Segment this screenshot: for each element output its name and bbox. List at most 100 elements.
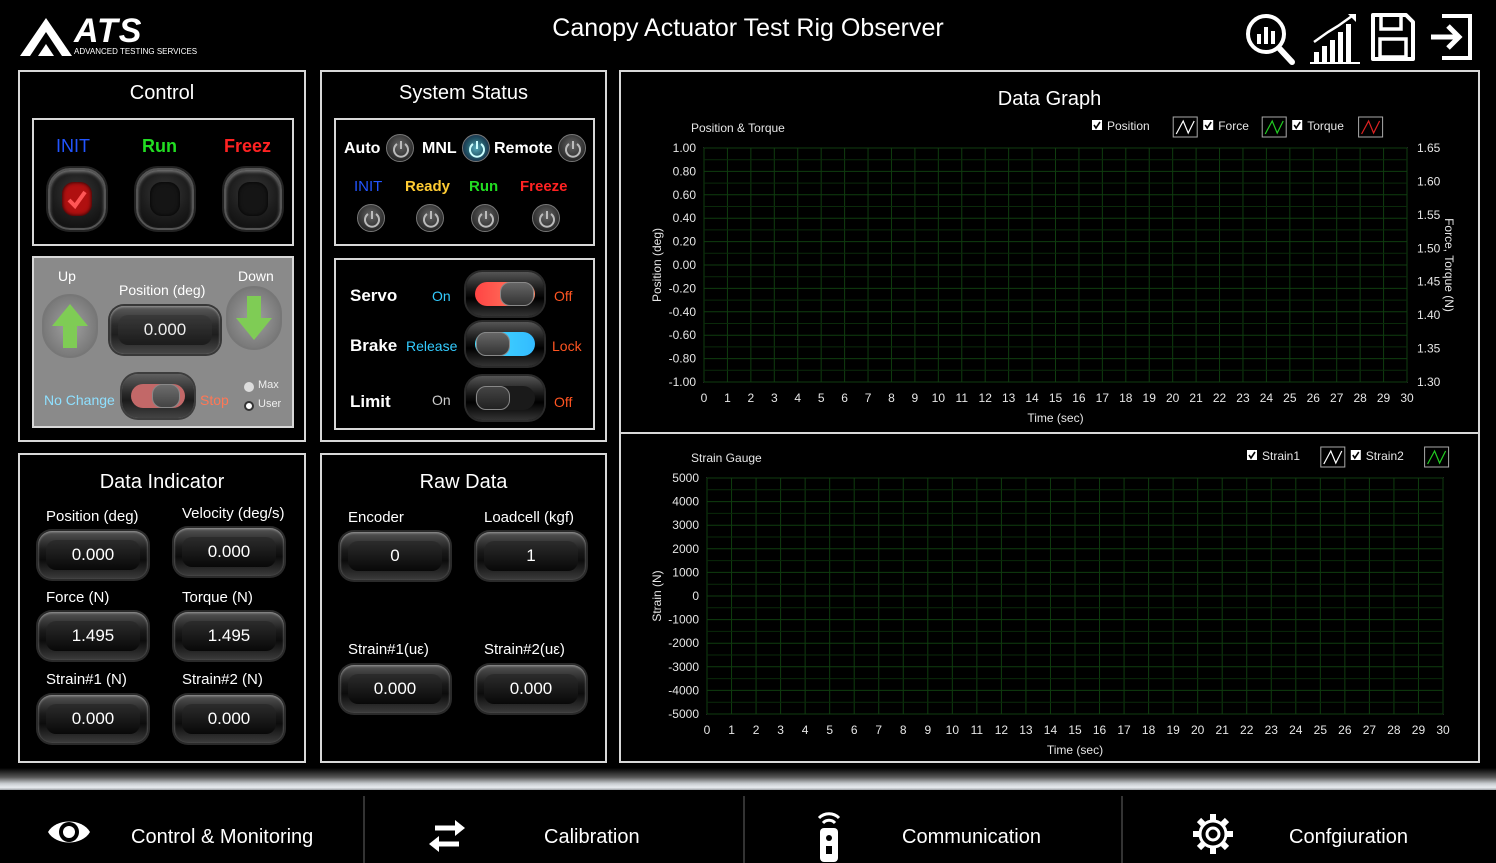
x-tick-label: 16 <box>1072 391 1086 405</box>
graph-divider <box>621 432 1478 434</box>
up-button[interactable] <box>42 294 98 358</box>
exit-icon[interactable] <box>1428 12 1478 64</box>
di-force-field: 1.495 <box>38 612 148 660</box>
remote-label: Remote <box>494 140 553 157</box>
user-radio[interactable] <box>244 401 254 411</box>
control-panel: Control INIT Run Freez Up Down Position … <box>18 70 306 442</box>
freeze-indicator <box>532 204 560 232</box>
encoder-value: 0 <box>348 541 442 571</box>
stop-toggle[interactable] <box>122 374 194 418</box>
x-tick-label: 4 <box>794 391 801 405</box>
limit-on-label: On <box>432 392 451 408</box>
x-tick-label: 17 <box>1096 391 1110 405</box>
position-value: 0.000 <box>118 315 212 345</box>
y-tick-label: 0.40 <box>673 211 697 225</box>
power-icon <box>393 141 409 158</box>
x-tick-label: 23 <box>1265 723 1279 737</box>
chart-growth-icon[interactable] <box>1310 12 1360 64</box>
limit-toggle[interactable] <box>466 376 544 420</box>
nav-calibration[interactable]: Calibration <box>365 790 743 863</box>
position-control-box: Up Down Position (deg) 0.000 No Change S… <box>32 256 294 428</box>
up-arrow-icon <box>52 304 88 348</box>
legend-checkbox <box>1092 120 1102 130</box>
nav-label-calibration: Calibration <box>544 826 640 848</box>
x-tick-label: 12 <box>979 391 993 405</box>
x-tick-label: 14 <box>1025 391 1039 405</box>
y-tick-label: -1000 <box>668 613 699 627</box>
nav-label-communication: Communication <box>902 826 1041 848</box>
y-tick-label: 4000 <box>672 495 699 509</box>
freeze-label: Freez <box>224 136 272 156</box>
x-tick-label: 3 <box>777 723 784 737</box>
legend-checkbox <box>1247 450 1257 460</box>
mode-status-box: Auto MNL Remote INIT Ready Run Freeze <box>334 118 595 246</box>
stop-label: Stop <box>200 392 229 408</box>
x-tick-label: 13 <box>1019 723 1033 737</box>
di-strain1-field: 0.000 <box>38 695 148 743</box>
x-tick-label: 8 <box>900 723 907 737</box>
di-position-value: 0.000 <box>46 540 140 570</box>
actuator-state-box: Servo On Off Brake Release Lock Limit On… <box>334 258 595 430</box>
x-tick-label: 12 <box>995 723 1009 737</box>
nav-control-monitoring[interactable]: Control & Monitoring <box>0 790 363 863</box>
y-tick-label: -2000 <box>668 636 699 650</box>
x-axis-label: Time (sec) <box>1047 743 1103 757</box>
x-tick-label: 10 <box>946 723 960 737</box>
di-strain1-label: Strain#1 (N) <box>46 671 127 688</box>
x-tick-label: 2 <box>748 391 755 405</box>
power-icon <box>539 211 555 228</box>
x-tick-label: 28 <box>1353 391 1367 405</box>
brake-label: Brake <box>350 336 398 355</box>
x-tick-label: 18 <box>1119 391 1133 405</box>
x-tick-label: 5 <box>818 391 825 405</box>
x-tick-label: 24 <box>1289 723 1303 737</box>
y-axis-label: Position (deg) <box>650 228 664 302</box>
position-input[interactable]: 0.000 <box>110 306 220 354</box>
servo-toggle[interactable] <box>466 272 544 316</box>
status-freeze-label: Freeze <box>520 178 568 195</box>
y-tick-label: -4000 <box>668 683 699 697</box>
max-label: Max <box>258 379 279 391</box>
servo-label: Servo <box>350 286 398 305</box>
run-indicator <box>471 204 499 232</box>
y-tick-label: -3000 <box>668 660 699 674</box>
x-tick-label: 20 <box>1191 723 1205 737</box>
loadcell-value: 1 <box>484 541 578 571</box>
position-label: Position (deg) <box>119 282 206 298</box>
nav-communication[interactable]: Communication <box>745 790 1121 863</box>
y2-tick-label: 1.60 <box>1417 174 1441 188</box>
power-icon <box>469 141 485 158</box>
y2-tick-label: 1.45 <box>1417 275 1441 289</box>
y2-tick-label: 1.50 <box>1417 241 1441 255</box>
run-button[interactable] <box>136 168 194 230</box>
di-torque-label: Torque (N) <box>182 589 253 606</box>
save-icon[interactable] <box>1370 12 1420 64</box>
x-tick-label: 30 <box>1400 391 1414 405</box>
y2-tick-label: 1.30 <box>1417 375 1441 389</box>
brake-toggle[interactable] <box>466 322 544 366</box>
y-tick-label: 3000 <box>672 518 699 532</box>
di-strain1-value: 0.000 <box>46 704 140 734</box>
init-button[interactable] <box>48 168 106 230</box>
x-tick-label: 20 <box>1166 391 1180 405</box>
y-tick-label: 2000 <box>672 542 699 556</box>
chart-title: Strain Gauge <box>691 451 762 465</box>
x-tick-label: 11 <box>956 391 969 405</box>
di-torque-field: 1.495 <box>174 612 284 660</box>
nav-configuration[interactable]: Confgiuration <box>1123 790 1496 863</box>
freeze-button[interactable] <box>224 168 282 230</box>
legend-checkbox <box>1292 120 1303 130</box>
x-tick-label: 21 <box>1189 391 1203 405</box>
data-indicator-title: Data Indicator <box>99 471 225 493</box>
max-radio[interactable] <box>244 382 254 392</box>
analysis-icon[interactable] <box>1244 12 1295 65</box>
x-tick-label: 27 <box>1363 723 1377 737</box>
up-label: Up <box>58 268 76 284</box>
data-graph-panel: Data Graph Position & Torque 0 1 2 3 4 5 6 7 8 9 10… <box>619 70 1480 763</box>
di-force-label: Force (N) <box>46 589 110 606</box>
x-tick-label: 15 <box>1068 723 1082 737</box>
status-init-label: INIT <box>354 178 383 195</box>
down-button[interactable] <box>226 286 282 350</box>
raw-data-title: Raw Data <box>419 471 508 493</box>
x-tick-label: 22 <box>1240 723 1254 737</box>
